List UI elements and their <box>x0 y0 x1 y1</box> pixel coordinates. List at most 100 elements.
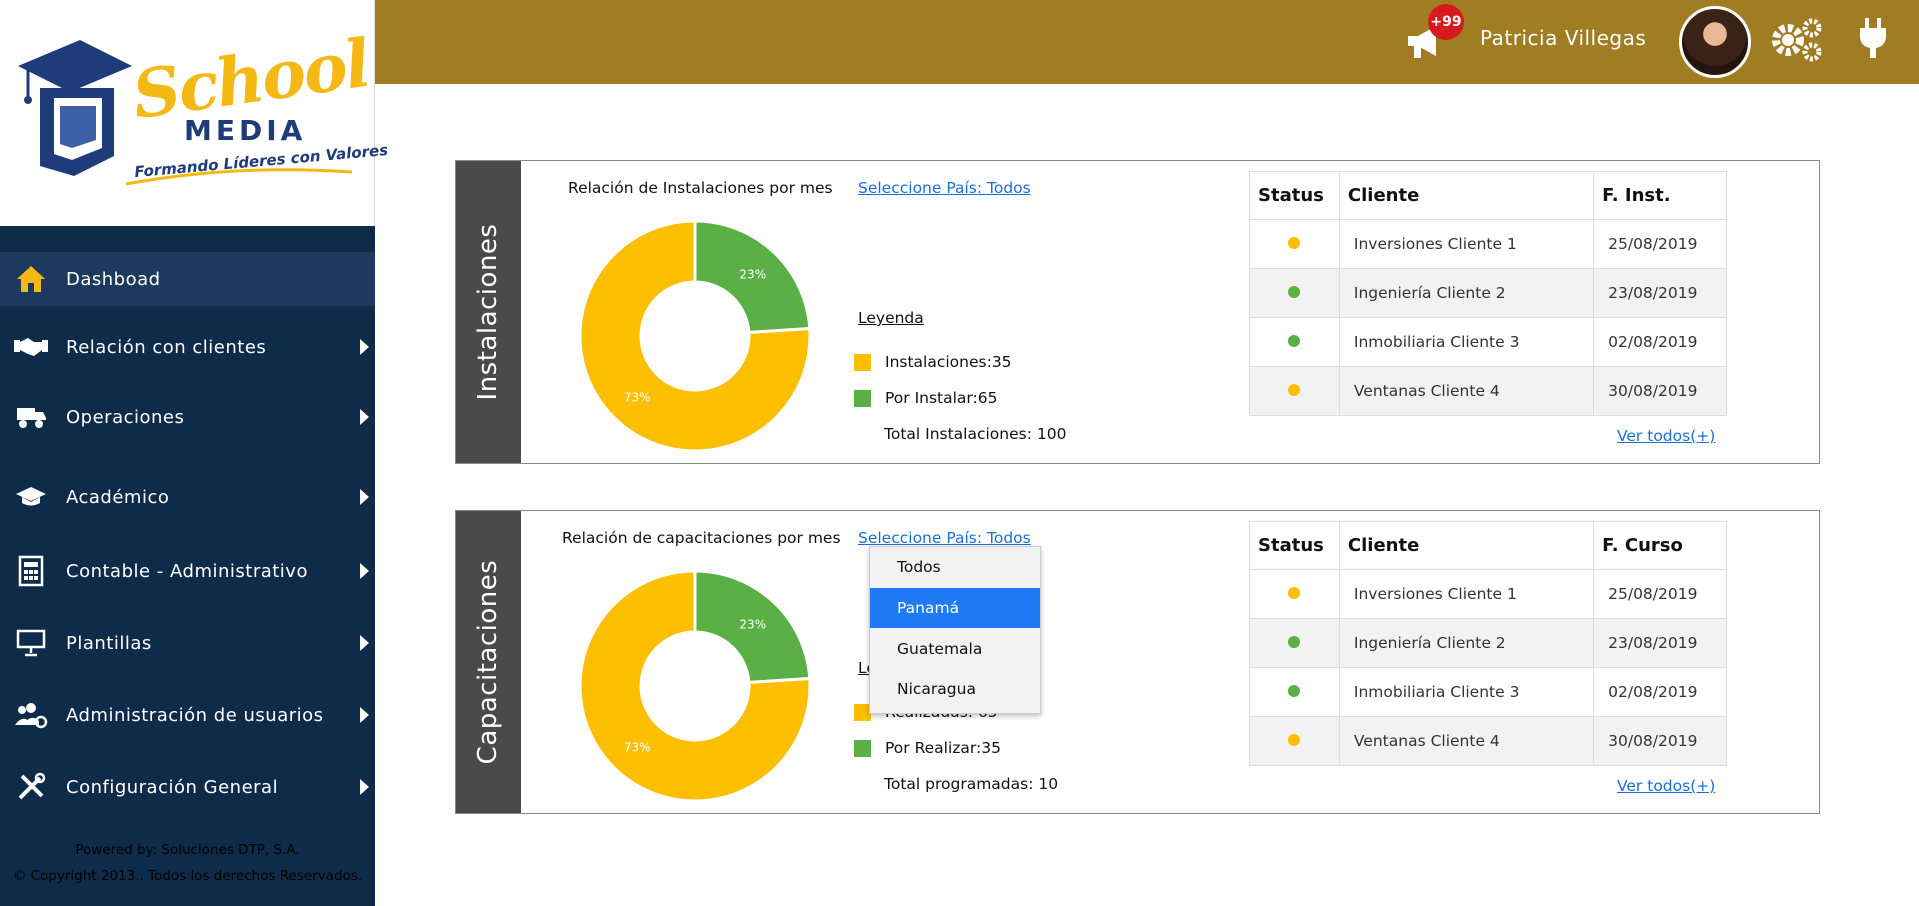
legend-swatch-green <box>854 739 871 757</box>
donut-slice-label: 73% <box>624 391 651 405</box>
legend-label: Instalaciones:35 <box>885 353 1012 371</box>
sidebar-item-label: Relación con clientes <box>66 336 267 358</box>
cliente-cell: Ingeniería Cliente 2 <box>1338 618 1595 668</box>
calculator-document-icon <box>14 555 48 587</box>
column-header-fecha[interactable]: F. Curso <box>1593 521 1727 570</box>
logo-media-text: MEDIA <box>184 114 307 147</box>
home-icon <box>14 263 48 295</box>
cliente-cell: Ventanas Cliente 4 <box>1338 366 1595 416</box>
sidebar: School MEDIA Formando Líderes con Valore… <box>0 0 389 906</box>
country-select-link[interactable]: Seleccione País: Todos <box>858 529 1031 547</box>
sidebar-item-plantillas[interactable]: Plantillas <box>0 616 375 670</box>
footer-copyright: © Copyright 2013.. Todos los derechos Re… <box>12 868 363 884</box>
donut-chart: 23% 73% <box>580 221 810 451</box>
tools-icon <box>14 771 48 803</box>
table-row[interactable]: Inversiones Cliente 1 25/08/2019 <box>1249 219 1727 269</box>
fecha-cell: 23/08/2019 <box>1593 618 1727 668</box>
chevron-right-icon <box>360 489 369 505</box>
footer-powered: Powered by: Soluciones DTP, S.A. <box>75 842 300 858</box>
table-row[interactable]: Ingeniería Cliente 2 23/08/2019 <box>1249 268 1727 318</box>
cliente-cell: Ventanas Cliente 4 <box>1338 716 1595 766</box>
status-cell <box>1249 219 1340 269</box>
donut-chart: 23% 73% <box>580 571 810 801</box>
logo[interactable]: School MEDIA Formando Líderes con Valore… <box>0 0 389 226</box>
status-dot <box>1288 734 1300 746</box>
fecha-cell: 30/08/2019 <box>1593 366 1727 416</box>
fecha-cell: 25/08/2019 <box>1593 219 1727 269</box>
country-dropdown[interactable]: Todos Panamá Guatemala Nicaragua <box>869 546 1041 714</box>
ver-todos-link[interactable]: Ver todos(+) <box>1617 777 1715 795</box>
status-dot <box>1288 335 1300 347</box>
chart-title: Relación de Instalaciones por mes <box>568 179 833 197</box>
chevron-right-icon <box>360 563 369 579</box>
sidebar-item-configuracion[interactable]: Configuración General <box>0 760 375 814</box>
fecha-cell: 02/08/2019 <box>1593 317 1727 367</box>
legend-label: Por Instalar:65 <box>885 389 998 407</box>
fecha-cell: 25/08/2019 <box>1593 569 1727 619</box>
installations-table: Status Cliente F. Inst. Inversiones Clie… <box>1249 171 1727 416</box>
panel-capacitaciones: Capacitaciones Relación de capacitacione… <box>455 510 1820 814</box>
legend-item: Por Instalar:65 <box>854 389 997 407</box>
sidebar-item-label: Configuración General <box>66 776 279 798</box>
fecha-cell: 02/08/2019 <box>1593 667 1727 717</box>
user-name[interactable]: Patricia Villegas <box>1480 26 1646 50</box>
column-header-cliente[interactable]: Cliente <box>1338 171 1595 220</box>
table-row[interactable]: Inmobiliaria Cliente 3 02/08/2019 <box>1249 667 1727 717</box>
sidebar-item-contable[interactable]: Contable - Administrativo <box>0 544 375 598</box>
donut-slice-label: 23% <box>739 267 766 281</box>
legend-total: Total Instalaciones: 100 <box>884 425 1067 443</box>
table-row[interactable]: Ventanas Cliente 4 30/08/2019 <box>1249 716 1727 766</box>
fecha-cell: 30/08/2019 <box>1593 716 1727 766</box>
presentation-icon <box>14 627 48 659</box>
sidebar-item-relacion-clientes[interactable]: Relación con clientes <box>0 320 375 374</box>
legend-item: Por Realizar:35 <box>854 739 1001 757</box>
gears-icon[interactable] <box>1768 14 1826 64</box>
chevron-right-icon <box>360 409 369 425</box>
avatar[interactable] <box>1679 6 1751 78</box>
column-header-status[interactable]: Status <box>1249 171 1340 220</box>
table-row[interactable]: Inversiones Cliente 1 25/08/2019 <box>1249 569 1727 619</box>
status-cell <box>1249 366 1340 416</box>
donut-slice-label: 23% <box>739 617 766 631</box>
chevron-right-icon <box>360 779 369 795</box>
status-dot <box>1288 286 1300 298</box>
sidebar-item-operaciones[interactable]: Operaciones <box>0 390 375 444</box>
panel-side-header: Capacitaciones <box>456 511 521 813</box>
sidebar-item-usuarios[interactable]: Administración de usuarios <box>0 688 375 742</box>
panel-side-title: Instalaciones <box>473 223 503 401</box>
column-header-status[interactable]: Status <box>1249 521 1340 570</box>
dropdown-option-todos[interactable]: Todos <box>870 547 1040 587</box>
table-row[interactable]: Ingeniería Cliente 2 23/08/2019 <box>1249 618 1727 668</box>
chevron-right-icon <box>360 707 369 723</box>
plug-icon[interactable] <box>1858 16 1888 60</box>
dropdown-option-panama[interactable]: Panamá <box>870 588 1040 628</box>
graduation-cap-icon <box>14 481 48 513</box>
app-root: School MEDIA Formando Líderes con Valore… <box>0 0 1919 906</box>
fecha-cell: 23/08/2019 <box>1593 268 1727 318</box>
sidebar-item-dashboard[interactable]: Dashboad <box>0 252 375 306</box>
cliente-cell: Inmobiliaria Cliente 3 <box>1338 667 1595 717</box>
country-select-link[interactable]: Seleccione País: Todos <box>858 179 1031 197</box>
status-cell <box>1249 618 1340 668</box>
table-row[interactable]: Ventanas Cliente 4 30/08/2019 <box>1249 366 1727 416</box>
status-cell <box>1249 667 1340 717</box>
dropdown-option-guatemala[interactable]: Guatemala <box>870 629 1040 669</box>
cliente-cell: Inversiones Cliente 1 <box>1338 219 1595 269</box>
status-cell <box>1249 268 1340 318</box>
donut-slice-label: 73% <box>624 741 651 755</box>
legend-label: Por Realizar:35 <box>885 739 1001 757</box>
ver-todos-link[interactable]: Ver todos(+) <box>1617 427 1715 445</box>
table-header-row: Status Cliente F. Curso <box>1249 521 1727 570</box>
handshake-icon <box>14 331 48 363</box>
dropdown-option-nicaragua[interactable]: Nicaragua <box>870 669 1040 709</box>
sidebar-item-label: Dashboad <box>66 268 161 290</box>
column-header-cliente[interactable]: Cliente <box>1338 521 1595 570</box>
table-row[interactable]: Inmobiliaria Cliente 3 02/08/2019 <box>1249 317 1727 367</box>
cliente-cell: Inmobiliaria Cliente 3 <box>1338 317 1595 367</box>
school-building-icon <box>18 40 132 176</box>
sidebar-item-academico[interactable]: Académico <box>0 470 375 524</box>
column-header-fecha[interactable]: F. Inst. <box>1593 171 1727 220</box>
notification-badge[interactable]: +99 <box>1428 4 1464 40</box>
panel-side-header: Instalaciones <box>456 161 521 463</box>
panel-side-title: Capacitaciones <box>473 559 503 765</box>
